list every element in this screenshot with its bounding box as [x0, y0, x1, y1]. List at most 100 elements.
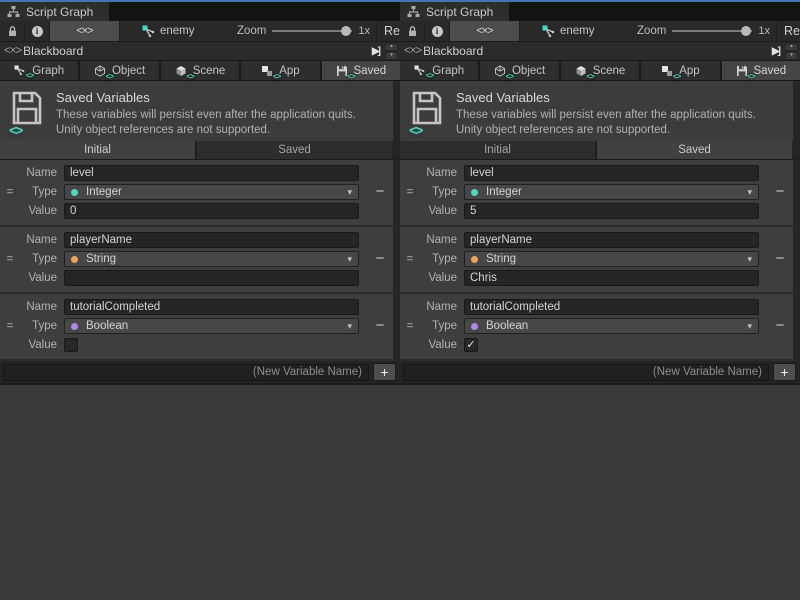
tab-scene[interactable]: <> Scene [161, 61, 239, 80]
tab-initial-values[interactable]: Initial [0, 141, 195, 159]
new-variable-name-input[interactable] [3, 364, 369, 381]
tab-script-graph[interactable]: Script Graph [0, 2, 109, 21]
section-description-line1: These variables will persist even after … [56, 108, 356, 123]
blackboard-code-icon: <×> [4, 45, 21, 57]
tab-scene[interactable]: <> Scene [561, 61, 639, 80]
remove-variable-button[interactable]: − [367, 184, 393, 200]
variable-name-input[interactable] [464, 299, 759, 315]
variable-row: = Name Type Boolean ▾ − Value ✓ [400, 294, 793, 361]
dock-icon[interactable]: ▶] [772, 46, 782, 57]
tab-script-graph[interactable]: Script Graph [400, 2, 509, 21]
graph-canvas[interactable] [400, 383, 800, 600]
zoom-slider-knob[interactable] [741, 26, 751, 36]
variable-type-dropdown[interactable]: String ▾ [64, 251, 359, 267]
variable-value-input[interactable] [464, 203, 759, 219]
variable-value-input[interactable] [64, 270, 359, 286]
variable-name-input[interactable] [64, 299, 359, 315]
variable-name-input[interactable] [64, 165, 359, 181]
tab-object[interactable]: <> Object [480, 61, 558, 80]
tab-title: Script Graph [26, 5, 93, 19]
variable-type-dropdown[interactable]: Integer ▾ [64, 184, 359, 200]
variable-type-dropdown[interactable]: Boolean ▾ [464, 318, 759, 334]
scroll-down-button[interactable]: ▼ [385, 52, 398, 60]
graph-icon: <> [14, 65, 26, 76]
variable-name-input[interactable] [464, 165, 759, 181]
graph-pointer-icon [542, 25, 555, 37]
relations-button[interactable]: Rela [776, 21, 800, 41]
type-color-dot [471, 256, 478, 263]
scroll-spinner: ▲ ▼ [785, 43, 798, 60]
remove-variable-button[interactable]: − [367, 251, 393, 267]
drag-handle[interactable]: = [0, 184, 20, 200]
drag-handle[interactable]: = [0, 251, 20, 267]
graph-reference-button[interactable]: enemy [142, 25, 195, 37]
blackboard-header: <×> Blackboard ▶] ▲ ▼ [0, 42, 400, 61]
tab-saved-values[interactable]: Saved [597, 141, 792, 159]
tab-app[interactable]: <> App [641, 61, 719, 80]
scroll-up-button[interactable]: ▲ [385, 43, 398, 51]
variable-name-input[interactable] [64, 232, 359, 248]
drag-handle[interactable]: = [400, 184, 420, 200]
lock-button[interactable] [0, 21, 25, 41]
add-variable-button[interactable]: + [773, 363, 796, 381]
variable-type-dropdown[interactable]: Boolean ▾ [64, 318, 359, 334]
graph-canvas[interactable] [0, 383, 400, 600]
scroll-down-button[interactable]: ▼ [785, 52, 798, 60]
code-toggle-label: <×> [476, 25, 492, 37]
lock-button[interactable] [400, 21, 425, 41]
variable-name-input[interactable] [464, 232, 759, 248]
lock-icon [7, 25, 18, 37]
tab-app[interactable]: <> App [241, 61, 319, 80]
blackboard-title: Blackboard [423, 44, 483, 58]
section-description-line2: Unity object references are not supporte… [456, 123, 756, 138]
variable-value-input[interactable] [64, 203, 359, 219]
boolean-checkbox[interactable] [64, 338, 78, 352]
drag-handle[interactable]: = [400, 251, 420, 267]
tab-saved[interactable]: <> Saved [322, 61, 400, 80]
variable-type-dropdown[interactable]: String ▾ [464, 251, 759, 267]
zoom-value: 1x [758, 25, 770, 37]
value-label: Value [20, 337, 64, 353]
new-variable-row: + [400, 361, 800, 383]
zoom-slider-knob[interactable] [341, 26, 351, 36]
tab-saved[interactable]: <> Saved [722, 61, 800, 80]
blackboard-header-controls: ▶] ▲ ▼ [772, 43, 798, 60]
saved-variables-info: <> Saved Variables These variables will … [0, 81, 400, 141]
code-toggle-button[interactable]: <×> [50, 21, 120, 41]
drag-handle[interactable]: = [0, 318, 20, 334]
tab-graph[interactable]: <> Graph [400, 61, 478, 80]
dock-icon[interactable]: ▶] [372, 46, 382, 57]
remove-variable-button[interactable]: − [767, 184, 793, 200]
drag-handle[interactable]: = [400, 318, 420, 334]
info-icon [432, 26, 443, 37]
section-description-line1: These variables will persist even after … [456, 108, 756, 123]
variable-row: = Name Type Integer ▾ − Value [400, 160, 793, 227]
zoom-slider[interactable] [272, 25, 352, 37]
info-icon [32, 26, 43, 37]
scroll-up-button[interactable]: ▲ [785, 43, 798, 51]
remove-variable-button[interactable]: − [767, 318, 793, 334]
variable-type-dropdown[interactable]: Integer ▾ [464, 184, 759, 200]
tab-title: Script Graph [426, 5, 493, 19]
graph-reference-button[interactable]: enemy [542, 25, 595, 37]
remove-variable-button[interactable]: − [367, 318, 393, 334]
tab-graph[interactable]: <> Graph [0, 61, 78, 80]
lock-icon [407, 25, 418, 37]
name-label: Name [420, 232, 464, 248]
remove-variable-button[interactable]: − [767, 251, 793, 267]
zoom-slider[interactable] [672, 25, 752, 37]
variable-value-input[interactable] [464, 270, 759, 286]
add-variable-button[interactable]: + [373, 363, 396, 381]
info-button[interactable] [425, 21, 450, 41]
new-variable-name-input[interactable] [403, 364, 769, 381]
tab-object[interactable]: <> Object [80, 61, 158, 80]
info-button[interactable] [25, 21, 50, 41]
hierarchy-icon [407, 6, 420, 17]
chevron-down-icon: ▾ [347, 321, 352, 332]
relations-button[interactable]: Rela [376, 21, 400, 41]
code-toggle-button[interactable]: <×> [450, 21, 520, 41]
tab-initial-values[interactable]: Initial [400, 141, 595, 159]
tab-saved-values[interactable]: Saved [197, 141, 392, 159]
boolean-checkbox[interactable]: ✓ [464, 338, 478, 352]
section-title: Saved Variables [456, 90, 756, 105]
